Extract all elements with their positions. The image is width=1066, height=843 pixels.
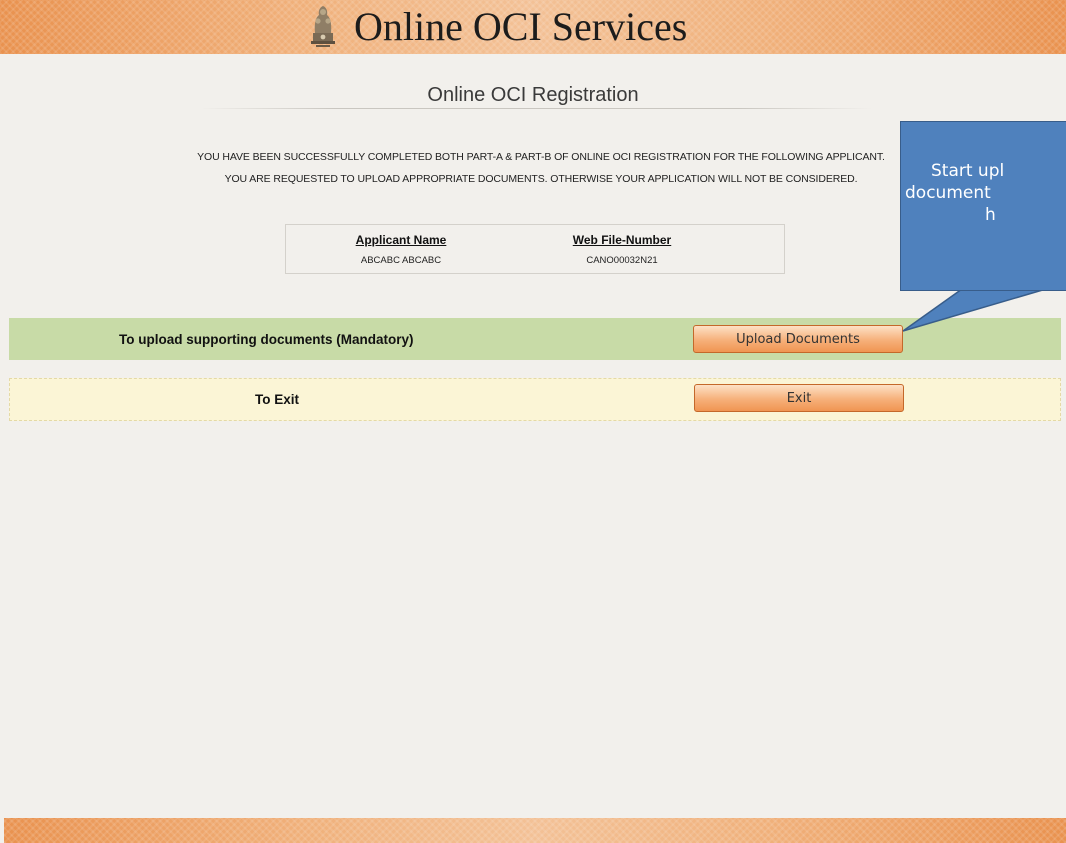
title-divider xyxy=(200,108,872,109)
site-title: Online OCI Services xyxy=(354,4,688,49)
callout-text-line-1: Start upl xyxy=(931,161,1005,181)
page-title: Online OCI Registration xyxy=(427,84,639,106)
upload-documents-row: To upload supporting documents (Mandator… xyxy=(9,318,1061,360)
national-emblem-icon xyxy=(311,6,335,47)
upload-documents-button[interactable]: Upload Documents xyxy=(693,325,903,353)
web-file-number-value: CANO00032N21 xyxy=(586,255,658,266)
exit-row: To Exit Exit xyxy=(9,378,1061,421)
applicant-info-table: Applicant Name Web File-Number ABCABC AB… xyxy=(285,224,785,274)
header-banner: Online OCI Services xyxy=(0,0,1066,54)
exit-button[interactable]: Exit xyxy=(694,384,904,412)
exit-label: To Exit xyxy=(255,392,300,407)
upload-documents-label: To upload supporting documents (Mandator… xyxy=(119,331,414,347)
applicant-name-value: ABCABC ABCABC xyxy=(360,255,442,266)
callout-text-line-2: document xyxy=(905,183,991,203)
applicant-name-header: Applicant Name xyxy=(355,233,447,247)
web-file-number-header: Web File-Number xyxy=(572,233,672,247)
instruction-callout: Start upl document h xyxy=(900,121,1066,291)
callout-text-line-3: h xyxy=(985,205,996,225)
footer-banner xyxy=(4,818,1066,843)
